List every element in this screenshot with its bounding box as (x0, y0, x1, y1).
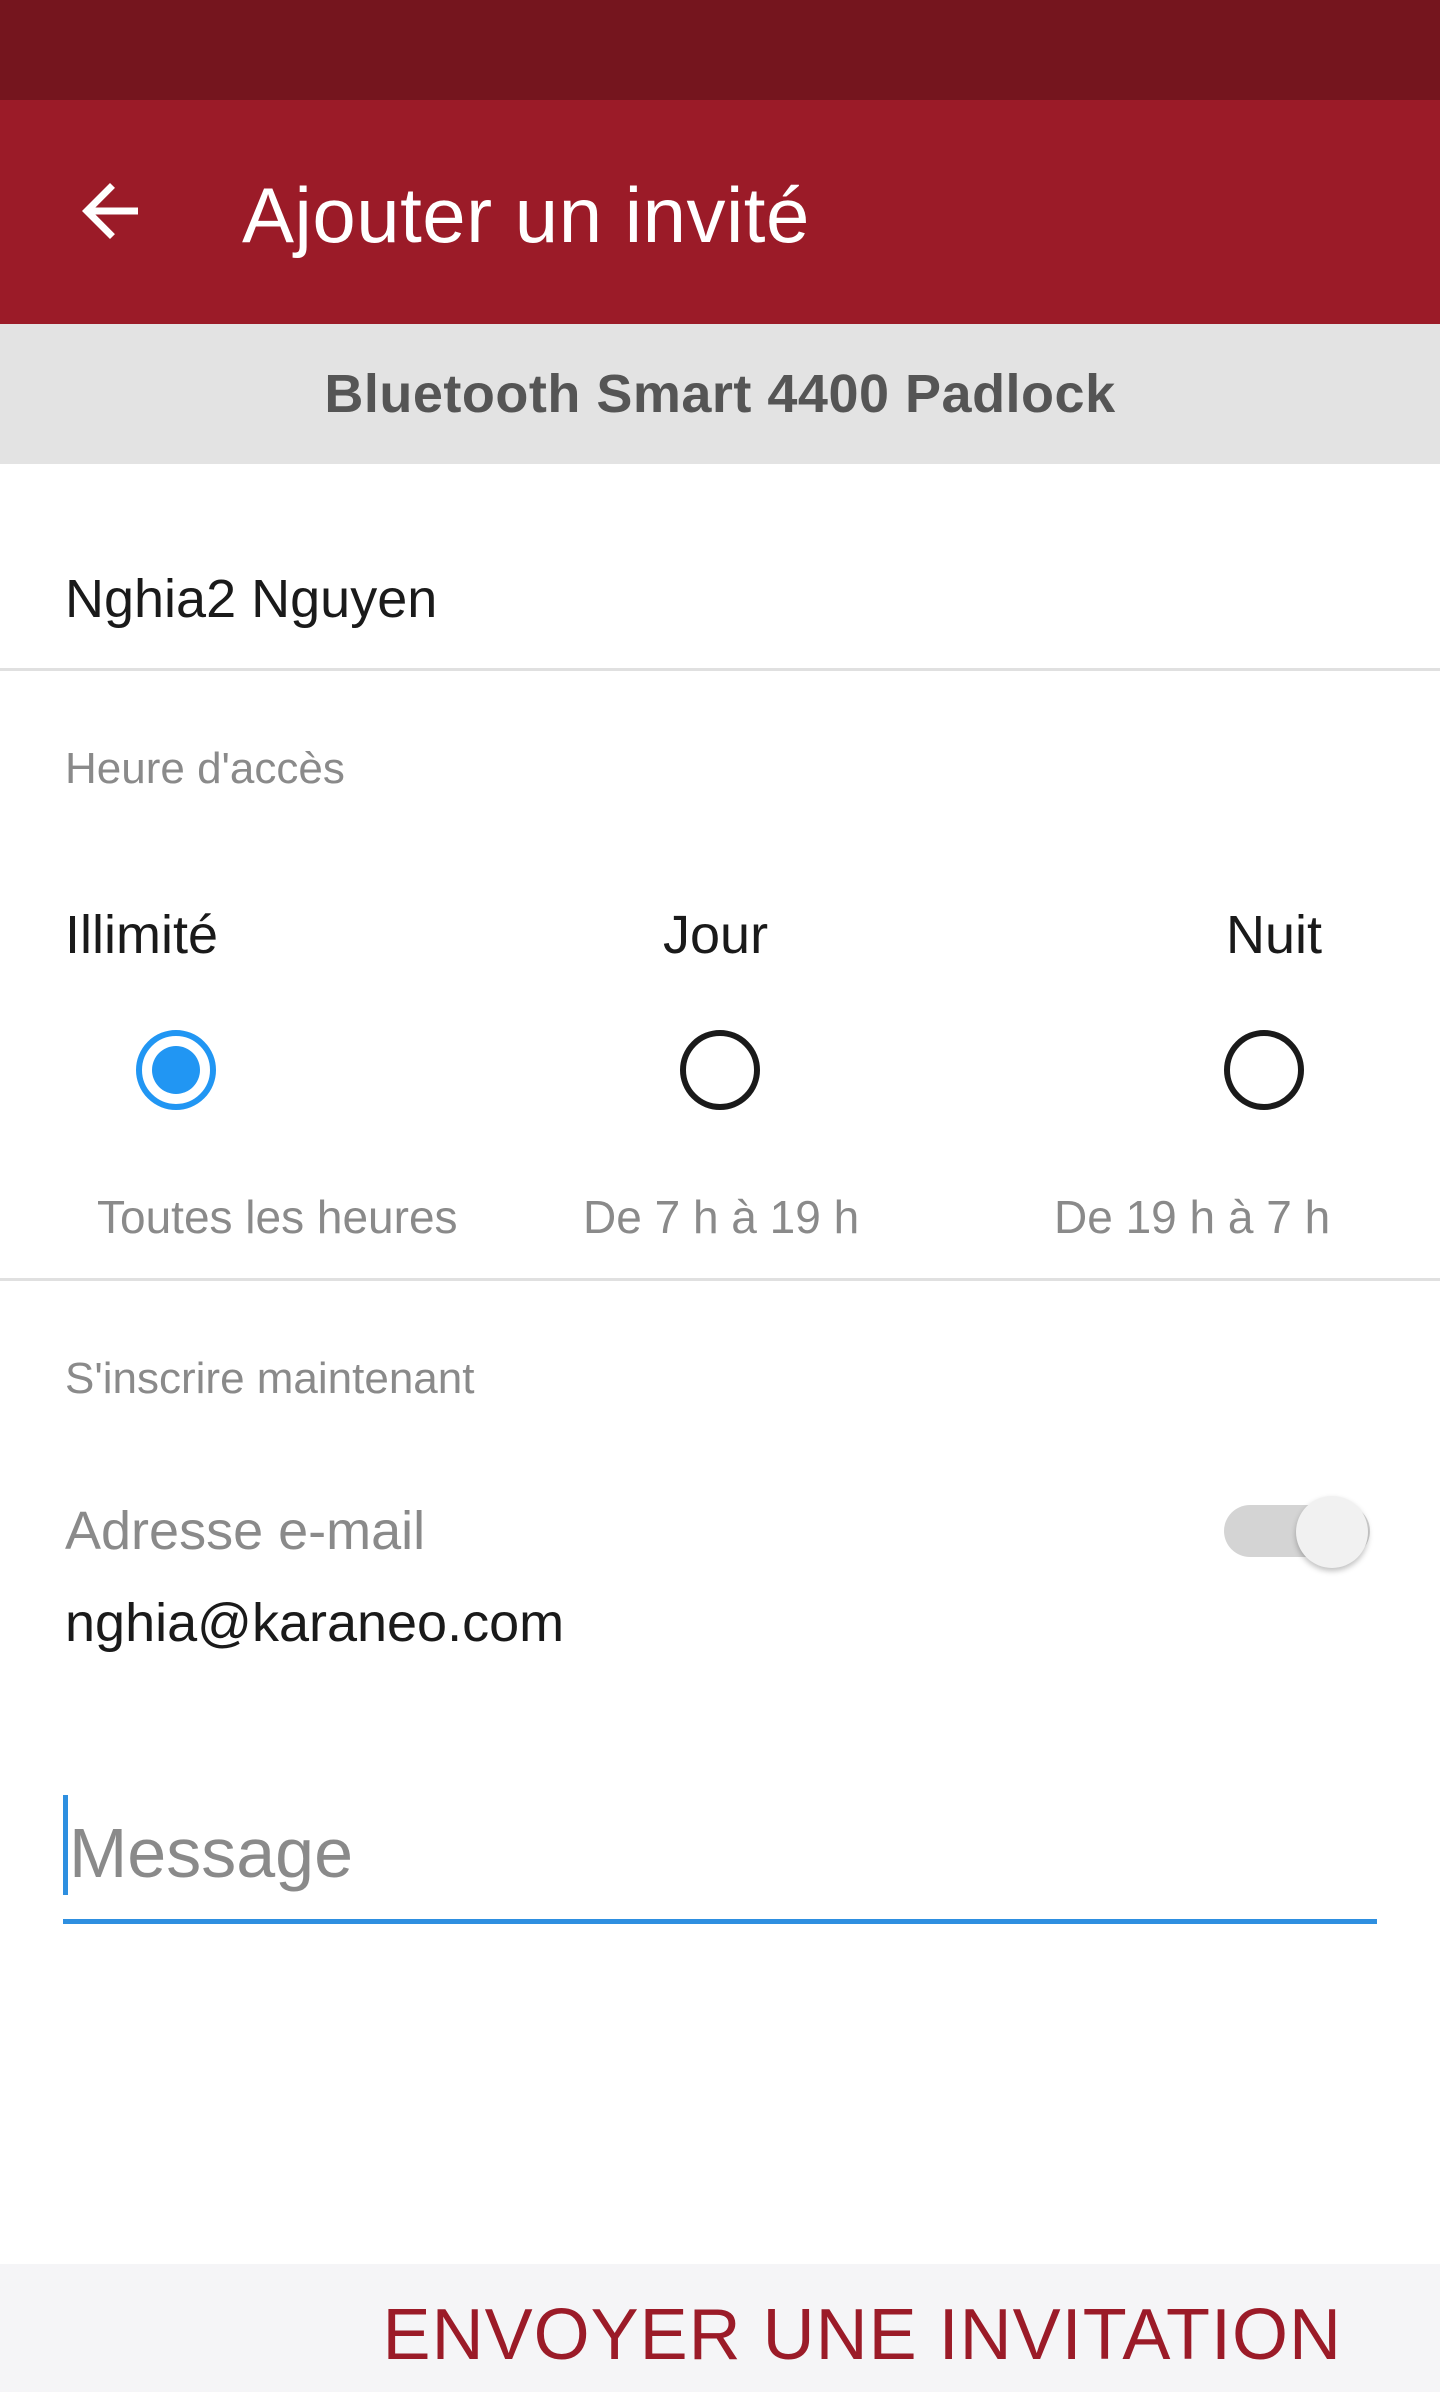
radio-night[interactable] (1224, 1030, 1304, 1110)
back-button[interactable] (50, 153, 170, 273)
bottom-action-bar: ENVOYER UNE INVITATION (0, 2264, 1440, 2392)
arrow-back-icon (68, 169, 152, 258)
toggle-thumb (1296, 1496, 1368, 1568)
enroll-label: S'inscrire maintenant (65, 1354, 475, 1403)
enroll-toggle[interactable] (1224, 1496, 1374, 1568)
email-label: Adresse e-mail (65, 1501, 426, 1561)
message-input[interactable] (63, 1790, 1377, 1915)
guest-name: Nghia2 Nguyen (65, 569, 438, 629)
page-title: Ajouter un invité (242, 171, 810, 259)
app-bar: Ajouter un invité (0, 100, 1440, 324)
option-day-title: Jour (663, 905, 769, 965)
divider (0, 668, 1440, 671)
send-invitation-button[interactable]: ENVOYER UNE INVITATION (383, 2294, 1342, 2376)
device-header: Bluetooth Smart 4400 Padlock (0, 324, 1440, 464)
option-unlimited-title: Illimité (65, 905, 219, 965)
email-value: nghia@karaneo.com (65, 1593, 565, 1653)
radio-day[interactable] (680, 1030, 760, 1110)
option-night-subtitle: De 19 h à 7 h (1054, 1191, 1331, 1243)
access-time-label: Heure d'accès (65, 744, 345, 793)
option-night-title: Nuit (1226, 905, 1323, 965)
radio-unlimited[interactable] (136, 1030, 216, 1110)
divider (0, 1278, 1440, 1281)
status-bar (0, 0, 1440, 100)
option-day-subtitle: De 7 h à 19 h (583, 1191, 860, 1243)
message-field[interactable] (63, 1790, 1377, 1924)
device-name: Bluetooth Smart 4400 Padlock (324, 364, 1116, 424)
option-unlimited-subtitle: Toutes les heures (97, 1191, 458, 1243)
